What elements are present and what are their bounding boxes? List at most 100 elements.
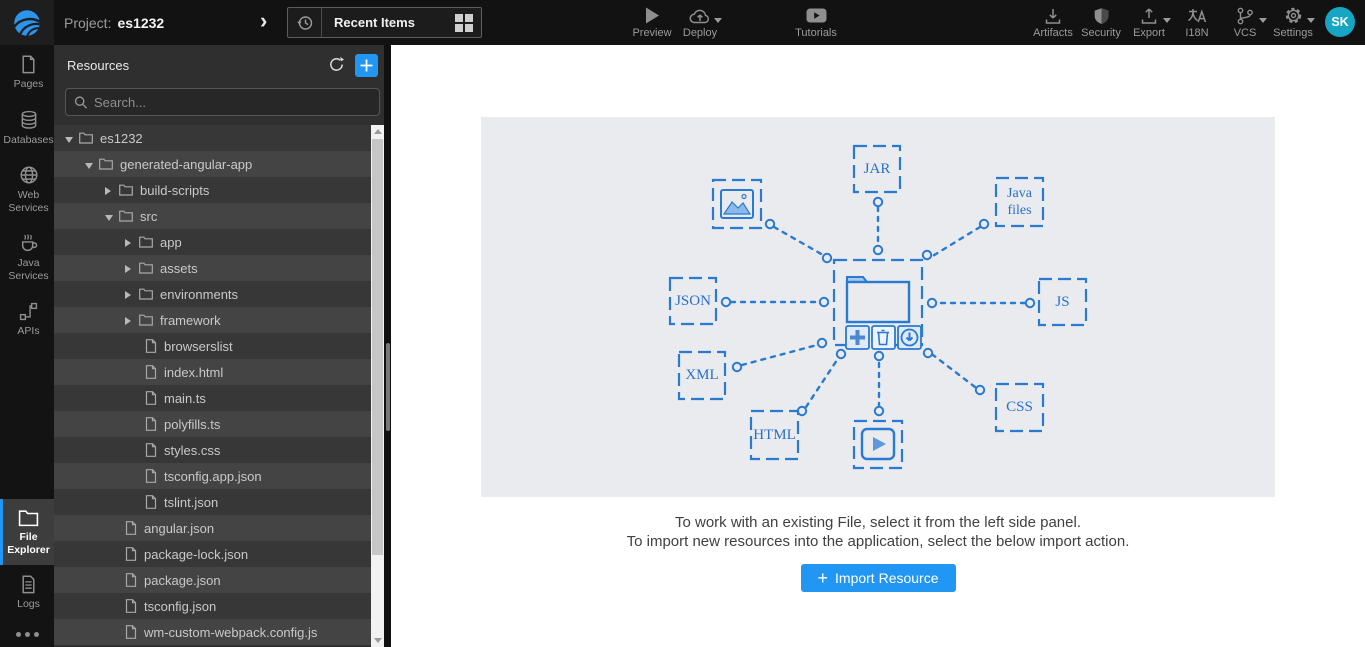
tree-item[interactable]: angular.json (54, 515, 371, 541)
tree-item-label: wm-custom-webpack.config.js (144, 624, 318, 640)
tree-item[interactable]: tsconfig.json (54, 593, 371, 619)
sidebar-item-java-services[interactable]: Java Services (0, 223, 54, 291)
expand-arrow-icon[interactable] (105, 183, 119, 198)
tree-item[interactable]: assets (54, 255, 371, 281)
chevron-down-icon[interactable] (1163, 18, 1171, 23)
file-icon (145, 417, 157, 431)
instruction-line-2: To import new resources into the applica… (626, 533, 1130, 550)
add-resource-button[interactable] (355, 54, 378, 77)
topbar-center-menu: Preview Deploy Tutorials (628, 0, 840, 45)
vcs-button[interactable]: VCS (1221, 0, 1269, 39)
tree-item[interactable]: tsconfig.app.json (54, 463, 371, 489)
recent-items-selector[interactable]: Recent Items (287, 7, 482, 38)
grid-view-icon[interactable] (455, 13, 473, 32)
search-box[interactable] (65, 88, 380, 116)
scroll-up-icon[interactable] (371, 125, 384, 138)
project-name: es1232 (117, 14, 165, 31)
git-branch-icon (1236, 6, 1254, 25)
chevron-down-icon[interactable] (714, 18, 722, 23)
tree-item[interactable]: framework (54, 307, 371, 333)
tree-item-label: tslint.json (164, 494, 219, 510)
history-icon (288, 8, 322, 37)
tree-item[interactable]: index.html (54, 359, 371, 385)
resource-tree: es1232 generated-angular-app build-scripts… (54, 125, 371, 647)
sidebar-item-logs[interactable]: Logs (0, 565, 54, 620)
search-input[interactable] (93, 94, 371, 110)
user-avatar[interactable]: SK (1325, 7, 1355, 37)
settings-button[interactable]: Settings (1269, 0, 1317, 39)
tutorials-button[interactable]: Tutorials (792, 0, 840, 39)
sidebar-item-web-services[interactable]: Web Services (0, 155, 54, 223)
collapse-arrow-icon[interactable] (65, 131, 79, 146)
tree-item[interactable]: main.ts (54, 385, 371, 411)
file-icon (125, 521, 137, 535)
tree-item-label: build-scripts (140, 182, 210, 198)
deploy-button[interactable]: Deploy (676, 0, 724, 39)
i18n-button[interactable]: I18N (1173, 0, 1221, 39)
collapse-arrow-icon[interactable] (85, 157, 99, 172)
scrollbar-thumb[interactable] (385, 343, 390, 431)
tree-item-label: package-lock.json (144, 546, 249, 562)
tree-item[interactable]: browserslist (54, 333, 371, 359)
tree-item-label: polyfills.ts (164, 416, 221, 432)
app-logo[interactable] (0, 0, 54, 45)
recent-items-label: Recent Items (334, 15, 415, 30)
download-tray-icon (1044, 6, 1062, 25)
js-label: JS (1055, 293, 1070, 310)
folder-icon (18, 510, 39, 527)
css-label: CSS (1006, 399, 1033, 416)
tree-item[interactable]: styles.css (54, 437, 371, 463)
security-button[interactable]: Security (1077, 0, 1125, 39)
expand-arrow-icon[interactable] (125, 313, 139, 328)
import-resource-button[interactable]: + Import Resource (800, 564, 956, 592)
sidebar-item-apis[interactable]: APIs (0, 292, 54, 347)
gear-icon (1284, 6, 1303, 25)
tree-item[interactable]: es1232 (54, 125, 371, 151)
breadcrumb-chevron-icon[interactable]: › (260, 8, 267, 34)
expand-arrow-icon[interactable] (125, 261, 139, 276)
folder-icon (139, 262, 153, 274)
expand-arrow-icon[interactable] (125, 287, 139, 302)
tree-item[interactable]: tslint.json (54, 489, 371, 515)
file-icon (125, 573, 137, 587)
tree-scrollbar[interactable] (371, 125, 384, 647)
scrollbar-thumb[interactable] (372, 139, 383, 555)
search-icon (74, 95, 88, 109)
tree-item[interactable]: package-lock.json (54, 541, 371, 567)
sidebar-item-pages[interactable]: Pages (0, 45, 54, 100)
tree-item[interactable]: wm-custom-webpack.config.js (54, 619, 371, 645)
panel-title: Resources (67, 58, 130, 73)
chevron-down-icon[interactable] (1307, 18, 1315, 23)
sidebar-item-databases[interactable]: Databases (0, 100, 54, 156)
main-content: JAR Java files JSON JS XML CSS HTML To w… (391, 45, 1365, 647)
scroll-down-icon[interactable] (371, 634, 384, 647)
export-button[interactable]: Export (1125, 0, 1173, 39)
folder-icon (119, 210, 133, 222)
tree-item[interactable]: src (54, 203, 371, 229)
expand-arrow-icon[interactable] (125, 235, 139, 250)
tree-item[interactable]: package.json (54, 567, 371, 593)
artifacts-button[interactable]: Artifacts (1029, 0, 1077, 39)
tree-item-label: framework (160, 312, 221, 328)
tree-item[interactable]: environments (54, 281, 371, 307)
folder-action-buttons[interactable] (845, 325, 922, 350)
more-options-icon[interactable] (0, 620, 54, 647)
preview-button[interactable]: Preview (628, 0, 676, 39)
tree-item[interactable]: app (54, 229, 371, 255)
file-icon (145, 391, 157, 405)
tree-item[interactable]: polyfills.ts (54, 411, 371, 437)
play-icon (645, 6, 660, 25)
chevron-down-icon[interactable] (1259, 18, 1267, 23)
plus-icon (360, 59, 373, 72)
sidebar-item-file-explorer[interactable]: File Explorer (0, 499, 54, 566)
refresh-icon[interactable] (328, 56, 345, 73)
globe-icon (20, 166, 37, 184)
tree-item[interactable]: build-scripts (54, 177, 371, 203)
panel-scrollbar[interactable] (384, 45, 391, 647)
cloud-upload-icon (688, 6, 712, 25)
html-label: HTML (753, 426, 796, 443)
collapse-arrow-icon[interactable] (105, 209, 119, 224)
project-indicator: Project: es1232 (64, 0, 164, 45)
file-icon (125, 625, 137, 639)
tree-item[interactable]: generated-angular-app (54, 151, 371, 177)
